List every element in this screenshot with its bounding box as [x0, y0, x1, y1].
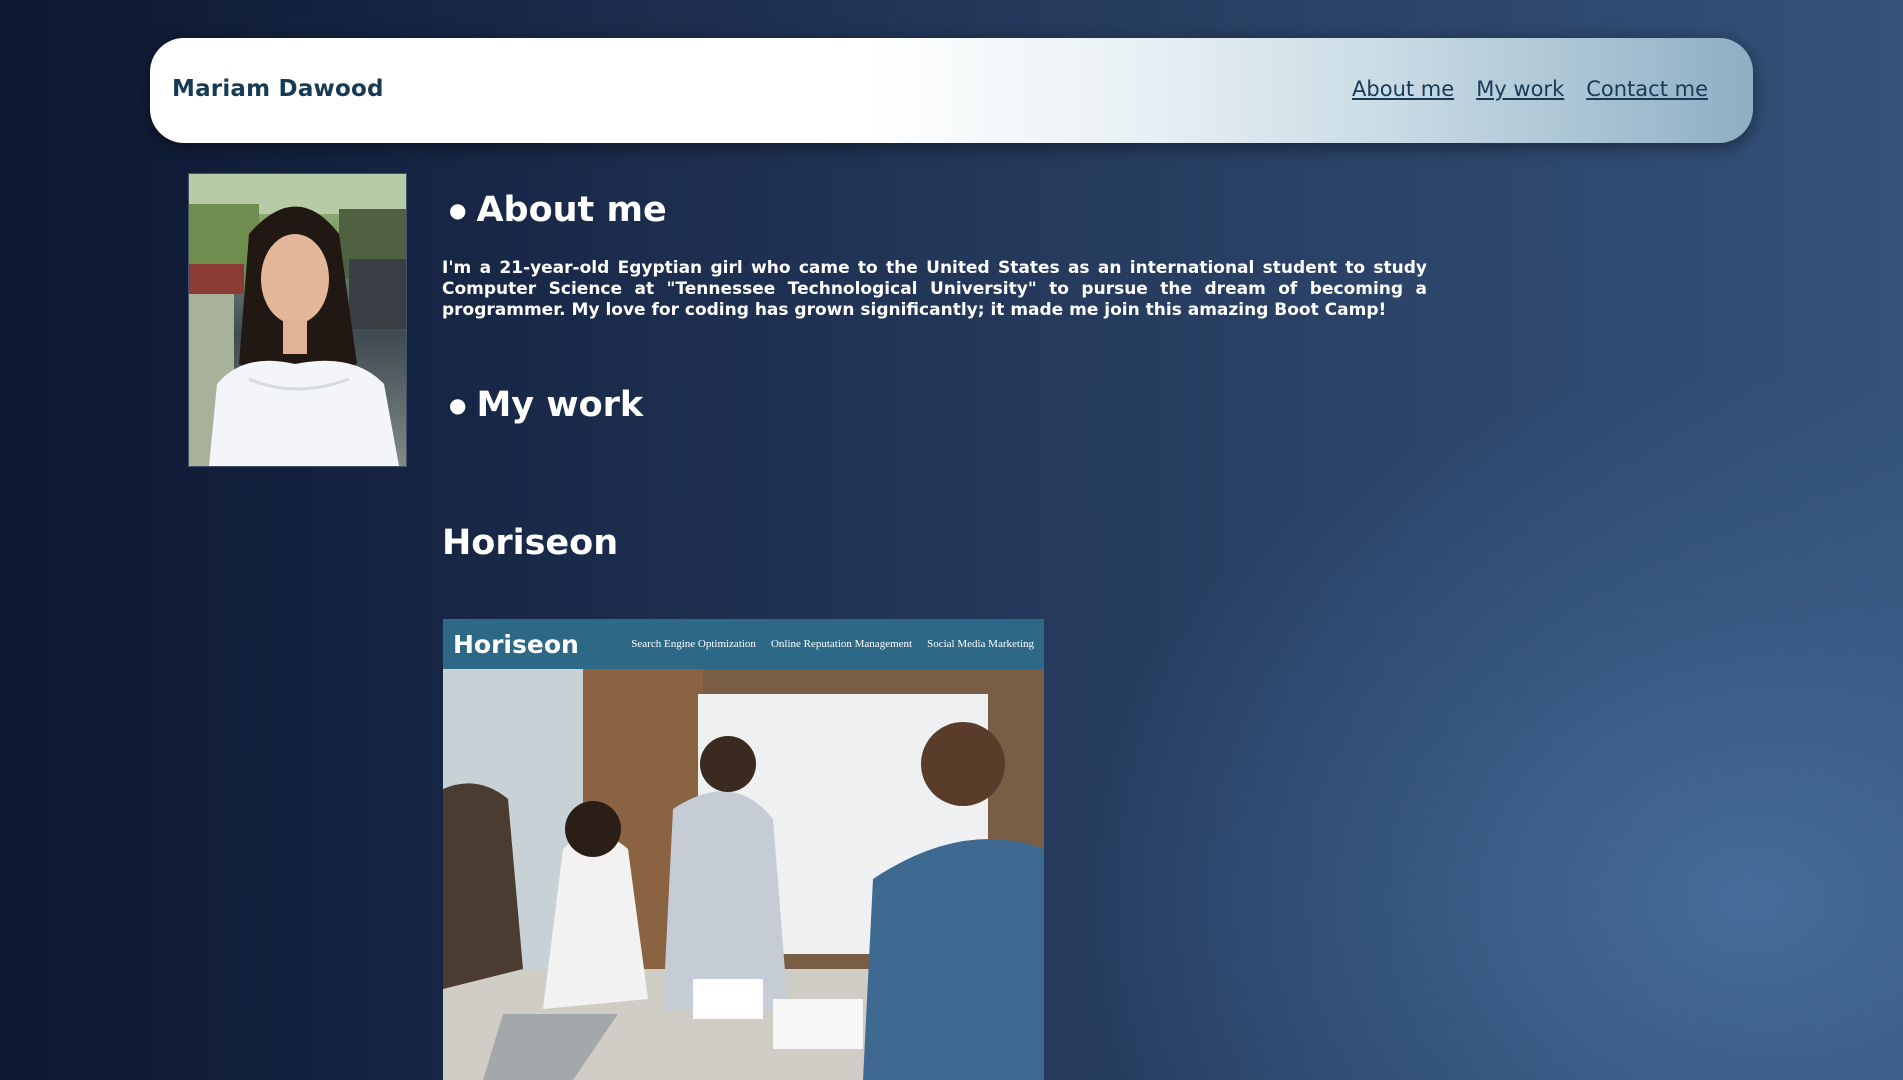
project-nav-item: Social Media Marketing	[927, 638, 1034, 650]
project-logo: Horiseon	[453, 629, 579, 659]
profile-photo-illustration	[189, 174, 406, 466]
project-title: Horiseon	[442, 523, 619, 563]
project-nav-item: Online Reputation Management	[770, 638, 913, 650]
site-header: Mariam Dawood About me My work Contact m…	[150, 38, 1753, 143]
work-heading: ● My work	[442, 385, 1427, 425]
project-nav: Search Engine Optimization Online Reputa…	[631, 638, 1034, 650]
work-heading-text: My work	[476, 385, 644, 425]
project-nav-item: Search Engine Optimization	[631, 638, 756, 650]
nav-link-contact[interactable]: Contact me	[1586, 77, 1708, 101]
project-header-bar: Horiseon Search Engine Optimization Onli…	[443, 619, 1044, 669]
about-heading-text: About me	[476, 190, 667, 230]
about-heading: ● About me	[442, 190, 1427, 230]
bullet-icon: ●	[449, 393, 467, 417]
project-screenshot[interactable]: Horiseon Search Engine Optimization Onli…	[443, 619, 1044, 1080]
site-brand[interactable]: Mariam Dawood	[172, 76, 384, 102]
about-paragraph: I'm a 21-year-old Egyptian girl who came…	[442, 258, 1427, 320]
main-content: ● About me I'm a 21-year-old Egyptian gi…	[442, 190, 1427, 563]
main-nav: About me My work Contact me	[1352, 77, 1708, 101]
project-hero-image	[443, 669, 1044, 1080]
nav-link-about[interactable]: About me	[1352, 77, 1454, 101]
nav-link-work[interactable]: My work	[1476, 77, 1564, 101]
profile-photo	[188, 173, 407, 467]
bullet-icon: ●	[449, 198, 467, 222]
